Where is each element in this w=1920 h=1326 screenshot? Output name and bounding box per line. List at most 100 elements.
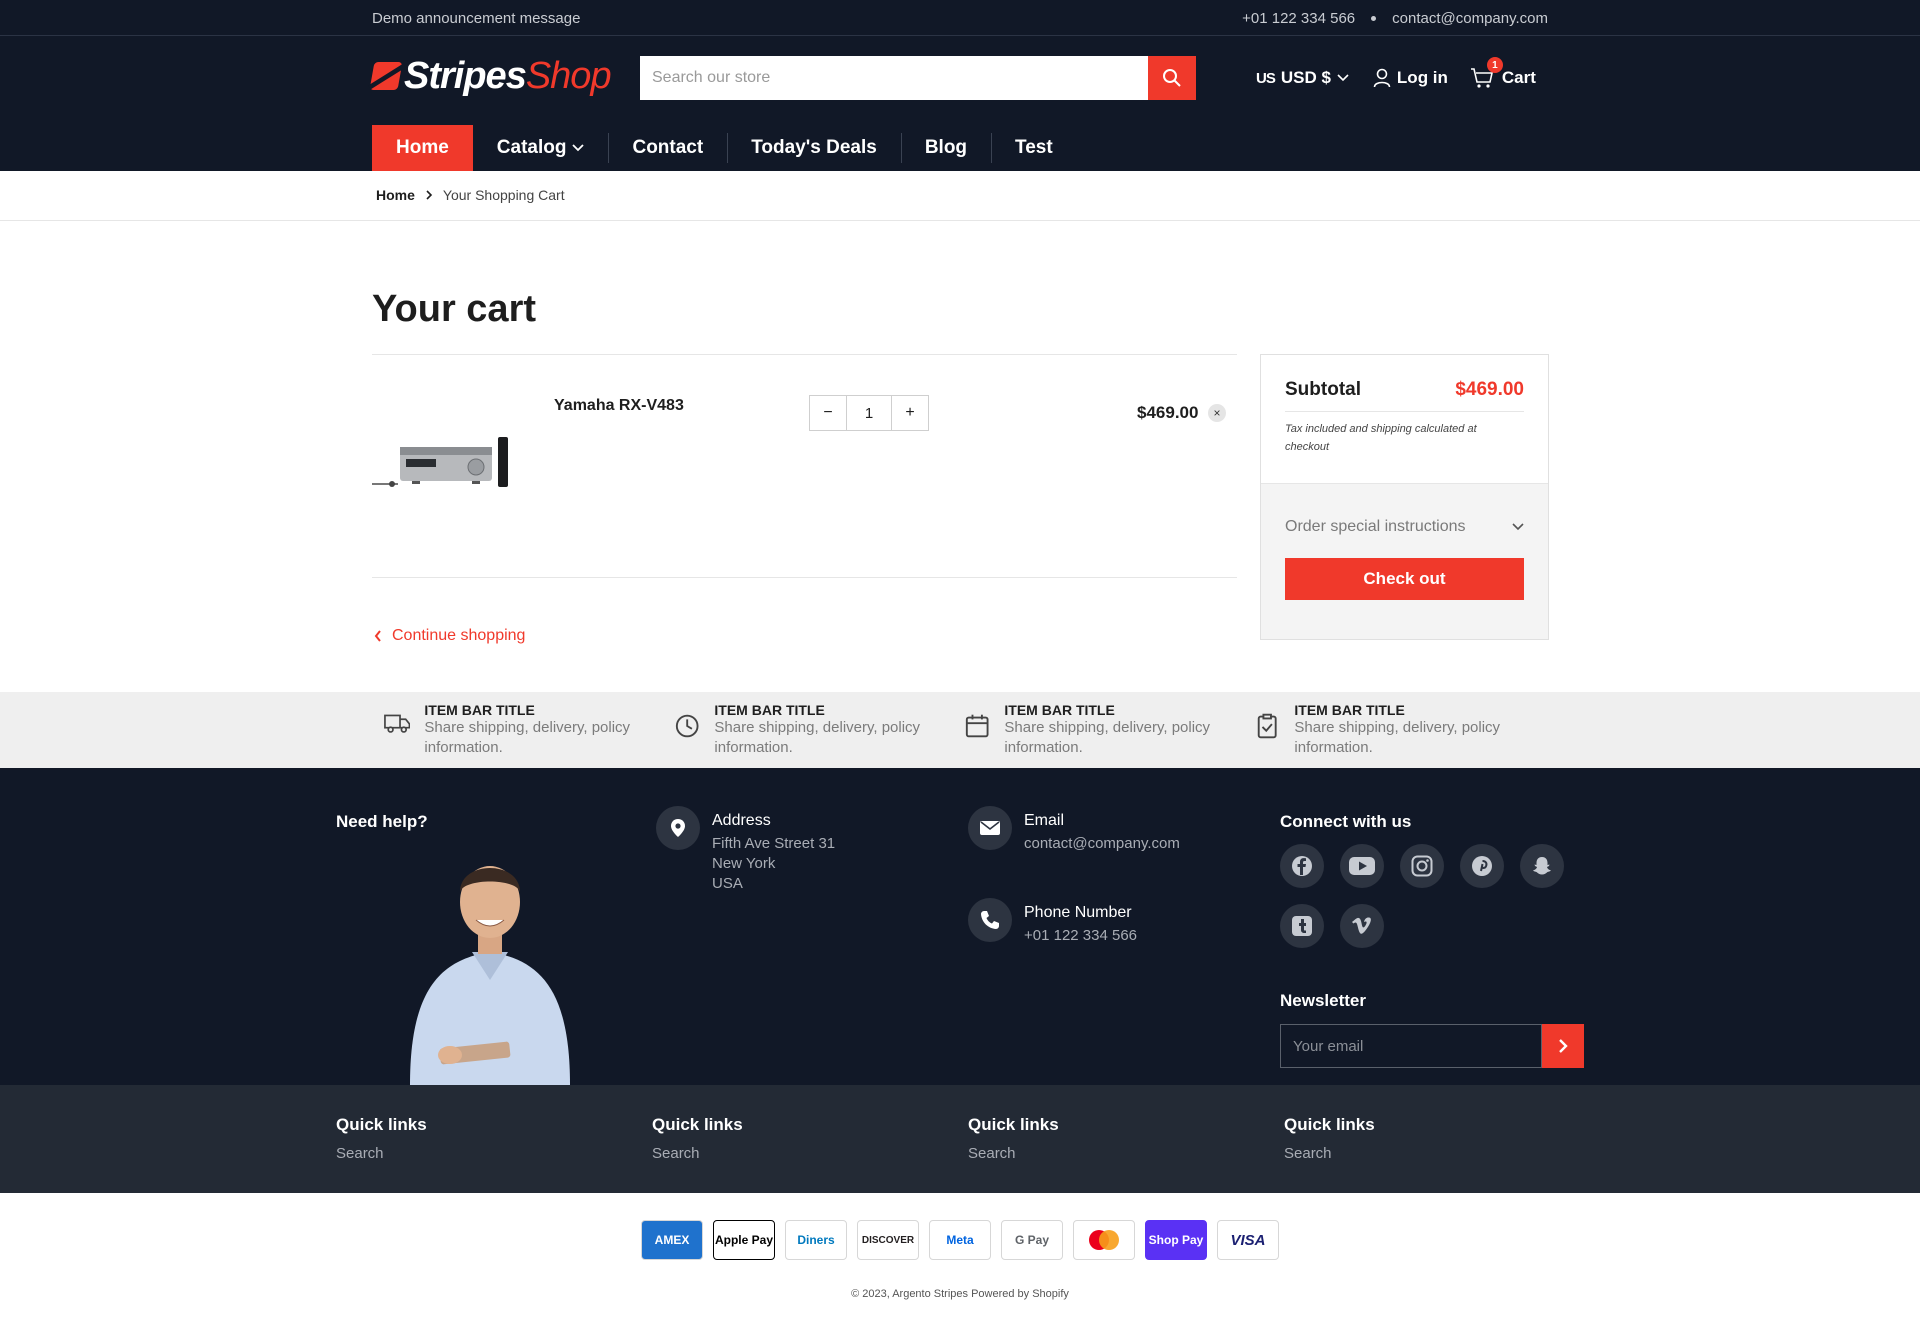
continue-shopping-label: Continue shopping [392, 627, 526, 644]
login-link[interactable]: Log in [1373, 68, 1448, 88]
nav-blog[interactable]: Blog [900, 125, 991, 171]
remove-item-button[interactable]: × [1208, 404, 1226, 422]
cart-item-list: Yamaha RX-V483 − 1 + $469.00 × [372, 354, 1237, 578]
shop-pay-icon: Shop Pay [1145, 1220, 1207, 1260]
breadcrumb-current: Your Shopping Cart [442, 187, 565, 203]
pinterest-icon[interactable] [1460, 844, 1504, 888]
currency-label: USD $ [1280, 68, 1331, 87]
quick-link-search[interactable]: Search [336, 1145, 427, 1162]
quick-links-title: Quick links [652, 1115, 743, 1134]
newsletter-email-input[interactable] [1280, 1024, 1542, 1068]
quick-links-title: Quick links [968, 1115, 1059, 1134]
vimeo-icon[interactable] [1340, 904, 1384, 948]
instagram-icon[interactable] [1400, 844, 1444, 888]
address-block: Address Fifth Ave Street 31 New York USA [656, 806, 835, 894]
chevron-down-icon [1512, 523, 1524, 531]
continue-shopping-link[interactable]: Continue shopping [374, 627, 525, 645]
quantity-stepper: − 1 + [809, 395, 929, 431]
apple-pay-icon: Apple Pay [713, 1220, 775, 1260]
search-input[interactable] [640, 56, 1148, 100]
nav-contact[interactable]: Contact [608, 125, 727, 171]
nav-test[interactable]: Test [991, 125, 1077, 171]
store-logo[interactable]: Stripes Shop [369, 54, 612, 98]
quantity-input[interactable]: 1 [846, 396, 892, 430]
checkout-button[interactable]: Check out [1285, 558, 1524, 600]
connect-heading: Connect with us [1280, 812, 1412, 831]
subtotal-value: $469.00 [1455, 379, 1524, 400]
footer-phone[interactable]: +01 122 334 566 [1024, 926, 1137, 946]
item-bar-entry: ITEM BAR TITLE Share shipping, delivery, … [372, 692, 662, 768]
item-bar-desc: Share shipping, delivery, policy informa… [1294, 719, 1501, 756]
quick-links-column: Quick links Search [968, 1115, 1059, 1162]
breadcrumb-home[interactable]: Home [376, 187, 415, 203]
breadcrumb: Home Your Shopping Cart [0, 171, 1920, 221]
meta-pay-icon: Meta [929, 1220, 991, 1260]
envelope-icon [980, 821, 1000, 835]
quick-links-title: Quick links [1284, 1115, 1375, 1134]
amex-icon: AMEX [641, 1220, 703, 1260]
email-block: Email contact@company.com [968, 806, 1180, 854]
newsletter-heading: Newsletter [1280, 991, 1366, 1010]
cart-label: Cart [1501, 68, 1536, 87]
quick-links-column: Quick links Search [652, 1115, 743, 1162]
logo-text-primary: Stripes [404, 54, 527, 97]
quantity-increase-button[interactable]: + [892, 396, 928, 430]
mastercard-icon [1073, 1220, 1135, 1260]
quick-links-column: Quick links Search [336, 1115, 427, 1162]
quick-link-search[interactable]: Search [968, 1145, 1059, 1162]
quick-link-search[interactable]: Search [1284, 1145, 1375, 1162]
quantity-decrease-button[interactable]: − [810, 396, 846, 430]
currency-selector[interactable]: US USD $ [1256, 68, 1349, 88]
item-bar-desc: Share shipping, delivery, policy informa… [424, 719, 631, 756]
address-line: Fifth Ave Street 31 [712, 835, 836, 852]
announcement-message: Demo announcement message [372, 9, 581, 27]
item-bar-desc: Share shipping, delivery, policy informa… [714, 719, 921, 756]
product-image[interactable] [372, 435, 512, 495]
announcement-phone[interactable]: +01 122 334 566 [1242, 10, 1355, 27]
phone-block: Phone Number +01 122 334 566 [968, 898, 1137, 946]
copyright-text: © 2023, Argento Stripes Powered by Shopi… [851, 1288, 1069, 1300]
subtotal-label: Subtotal [1285, 379, 1361, 400]
google-pay-icon: G Pay [1001, 1220, 1063, 1260]
search-icon [1163, 69, 1181, 87]
facebook-icon[interactable] [1280, 844, 1324, 888]
search-button[interactable] [1148, 56, 1196, 100]
announcement-email[interactable]: contact@company.com [1392, 10, 1548, 27]
youtube-icon[interactable] [1340, 844, 1384, 888]
main-navigation: Home Catalog Contact Today's Deals Blog … [372, 125, 1077, 171]
item-bar-entry: ITEM BAR TITLE Share shipping, delivery, … [1242, 692, 1532, 768]
social-links [1280, 844, 1590, 948]
clipboard-icon [1257, 713, 1277, 739]
nav-catalog[interactable]: Catalog [473, 125, 609, 171]
newsletter-form [1280, 1024, 1584, 1068]
user-icon [1373, 68, 1391, 88]
chevron-down-icon [572, 144, 585, 152]
announcement-bar: Demo announcement message +01 122 334 56… [0, 0, 1920, 36]
item-bar-entry: ITEM BAR TITLE Share shipping, delivery, … [662, 692, 952, 768]
footer-email[interactable]: contact@company.com [1024, 834, 1180, 854]
search-form [640, 56, 1196, 100]
discover-icon: DISCOVER [857, 1220, 919, 1260]
product-name[interactable]: Yamaha RX-V483 [554, 397, 684, 415]
truck-icon [384, 714, 411, 733]
chevron-left-icon [374, 630, 381, 642]
quick-links-title: Quick links [336, 1115, 427, 1134]
diners-club-icon: Diners [785, 1220, 847, 1260]
visa-icon: VISA [1217, 1220, 1279, 1260]
payment-icons: AMEX Apple Pay Diners DISCOVER Meta G Pa… [641, 1220, 1279, 1260]
special-instructions-toggle[interactable]: Order special instructions [1261, 518, 1548, 536]
quick-link-search[interactable]: Search [652, 1145, 743, 1162]
cart-link[interactable]: 1 Cart [1470, 57, 1536, 89]
newsletter-submit-button[interactable] [1542, 1024, 1584, 1068]
nav-todays-deals[interactable]: Today's Deals [727, 125, 901, 171]
address-line: USA [712, 875, 743, 892]
nav-home[interactable]: Home [372, 125, 473, 171]
item-bar-entry: ITEM BAR TITLE Share shipping, delivery, … [952, 692, 1242, 768]
quick-links-column: Quick links Search [1284, 1115, 1375, 1162]
cart-count-badge: 1 [1486, 57, 1503, 73]
nav-catalog-label: Catalog [496, 137, 567, 158]
tumblr-icon[interactable] [1280, 904, 1324, 948]
address-title: Address [712, 812, 771, 829]
snapchat-icon[interactable] [1520, 844, 1564, 888]
tax-note: Tax included and shipping calculated at … [1285, 423, 1477, 453]
